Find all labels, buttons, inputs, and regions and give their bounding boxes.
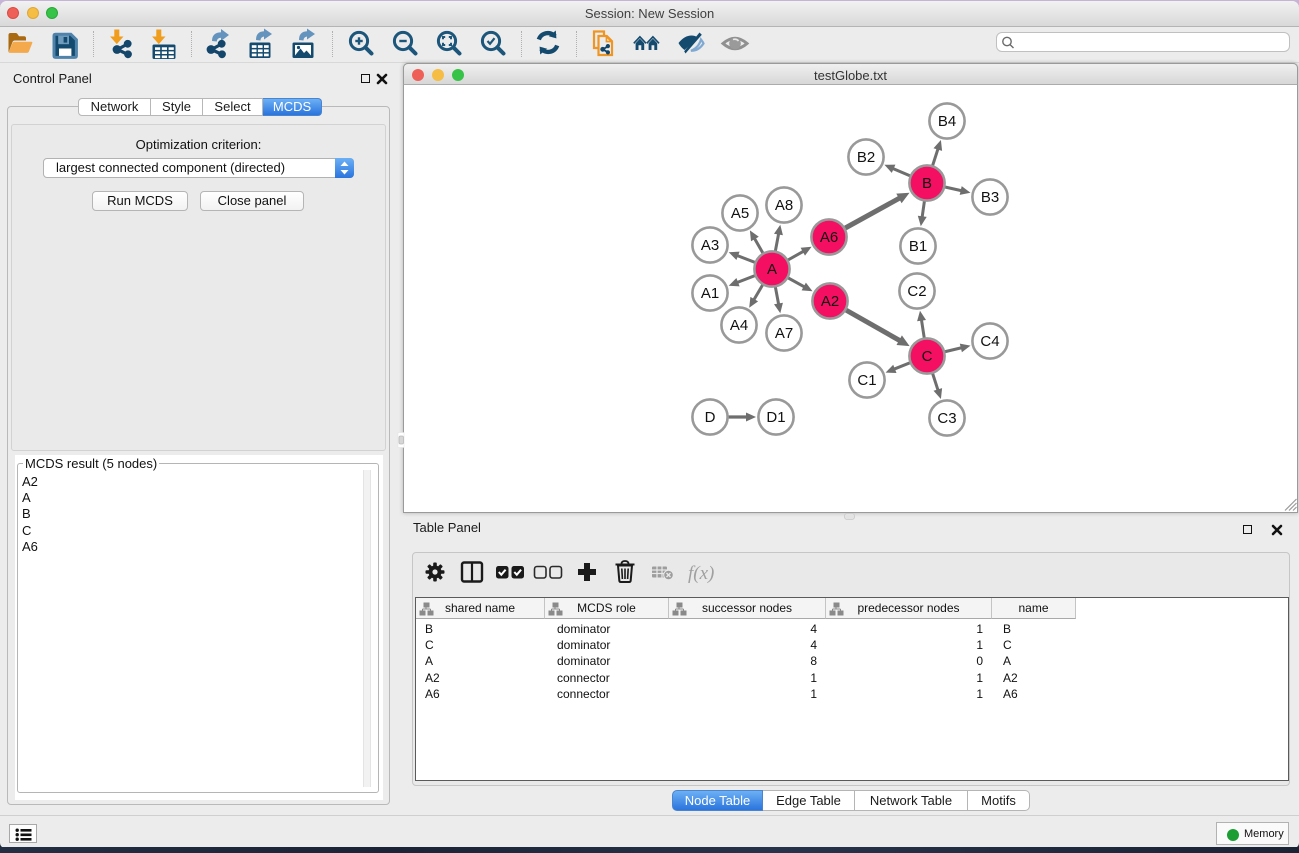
svg-text:A4: A4 xyxy=(730,317,748,334)
svg-text:C4: C4 xyxy=(980,333,999,350)
svg-text:D1: D1 xyxy=(766,409,785,426)
svg-text:A7: A7 xyxy=(775,325,793,342)
svg-text:A6: A6 xyxy=(820,229,838,246)
svg-text:D: D xyxy=(705,409,716,426)
svg-text:A1: A1 xyxy=(701,285,719,302)
svg-text:B: B xyxy=(922,175,932,192)
svg-text:A: A xyxy=(767,261,777,278)
svg-text:A2: A2 xyxy=(821,293,839,310)
svg-text:A3: A3 xyxy=(701,237,719,254)
svg-text:A5: A5 xyxy=(731,205,749,222)
svg-text:C3: C3 xyxy=(937,410,956,427)
svg-text:C1: C1 xyxy=(857,372,876,389)
svg-text:B1: B1 xyxy=(909,238,927,255)
svg-text:A8: A8 xyxy=(775,197,793,214)
svg-text:B2: B2 xyxy=(857,149,875,166)
svg-text:f(x): f(x) xyxy=(688,563,714,584)
svg-text:C2: C2 xyxy=(907,283,926,300)
svg-text:B3: B3 xyxy=(981,189,999,206)
svg-text:C: C xyxy=(922,348,933,365)
svg-text:B4: B4 xyxy=(938,113,956,130)
